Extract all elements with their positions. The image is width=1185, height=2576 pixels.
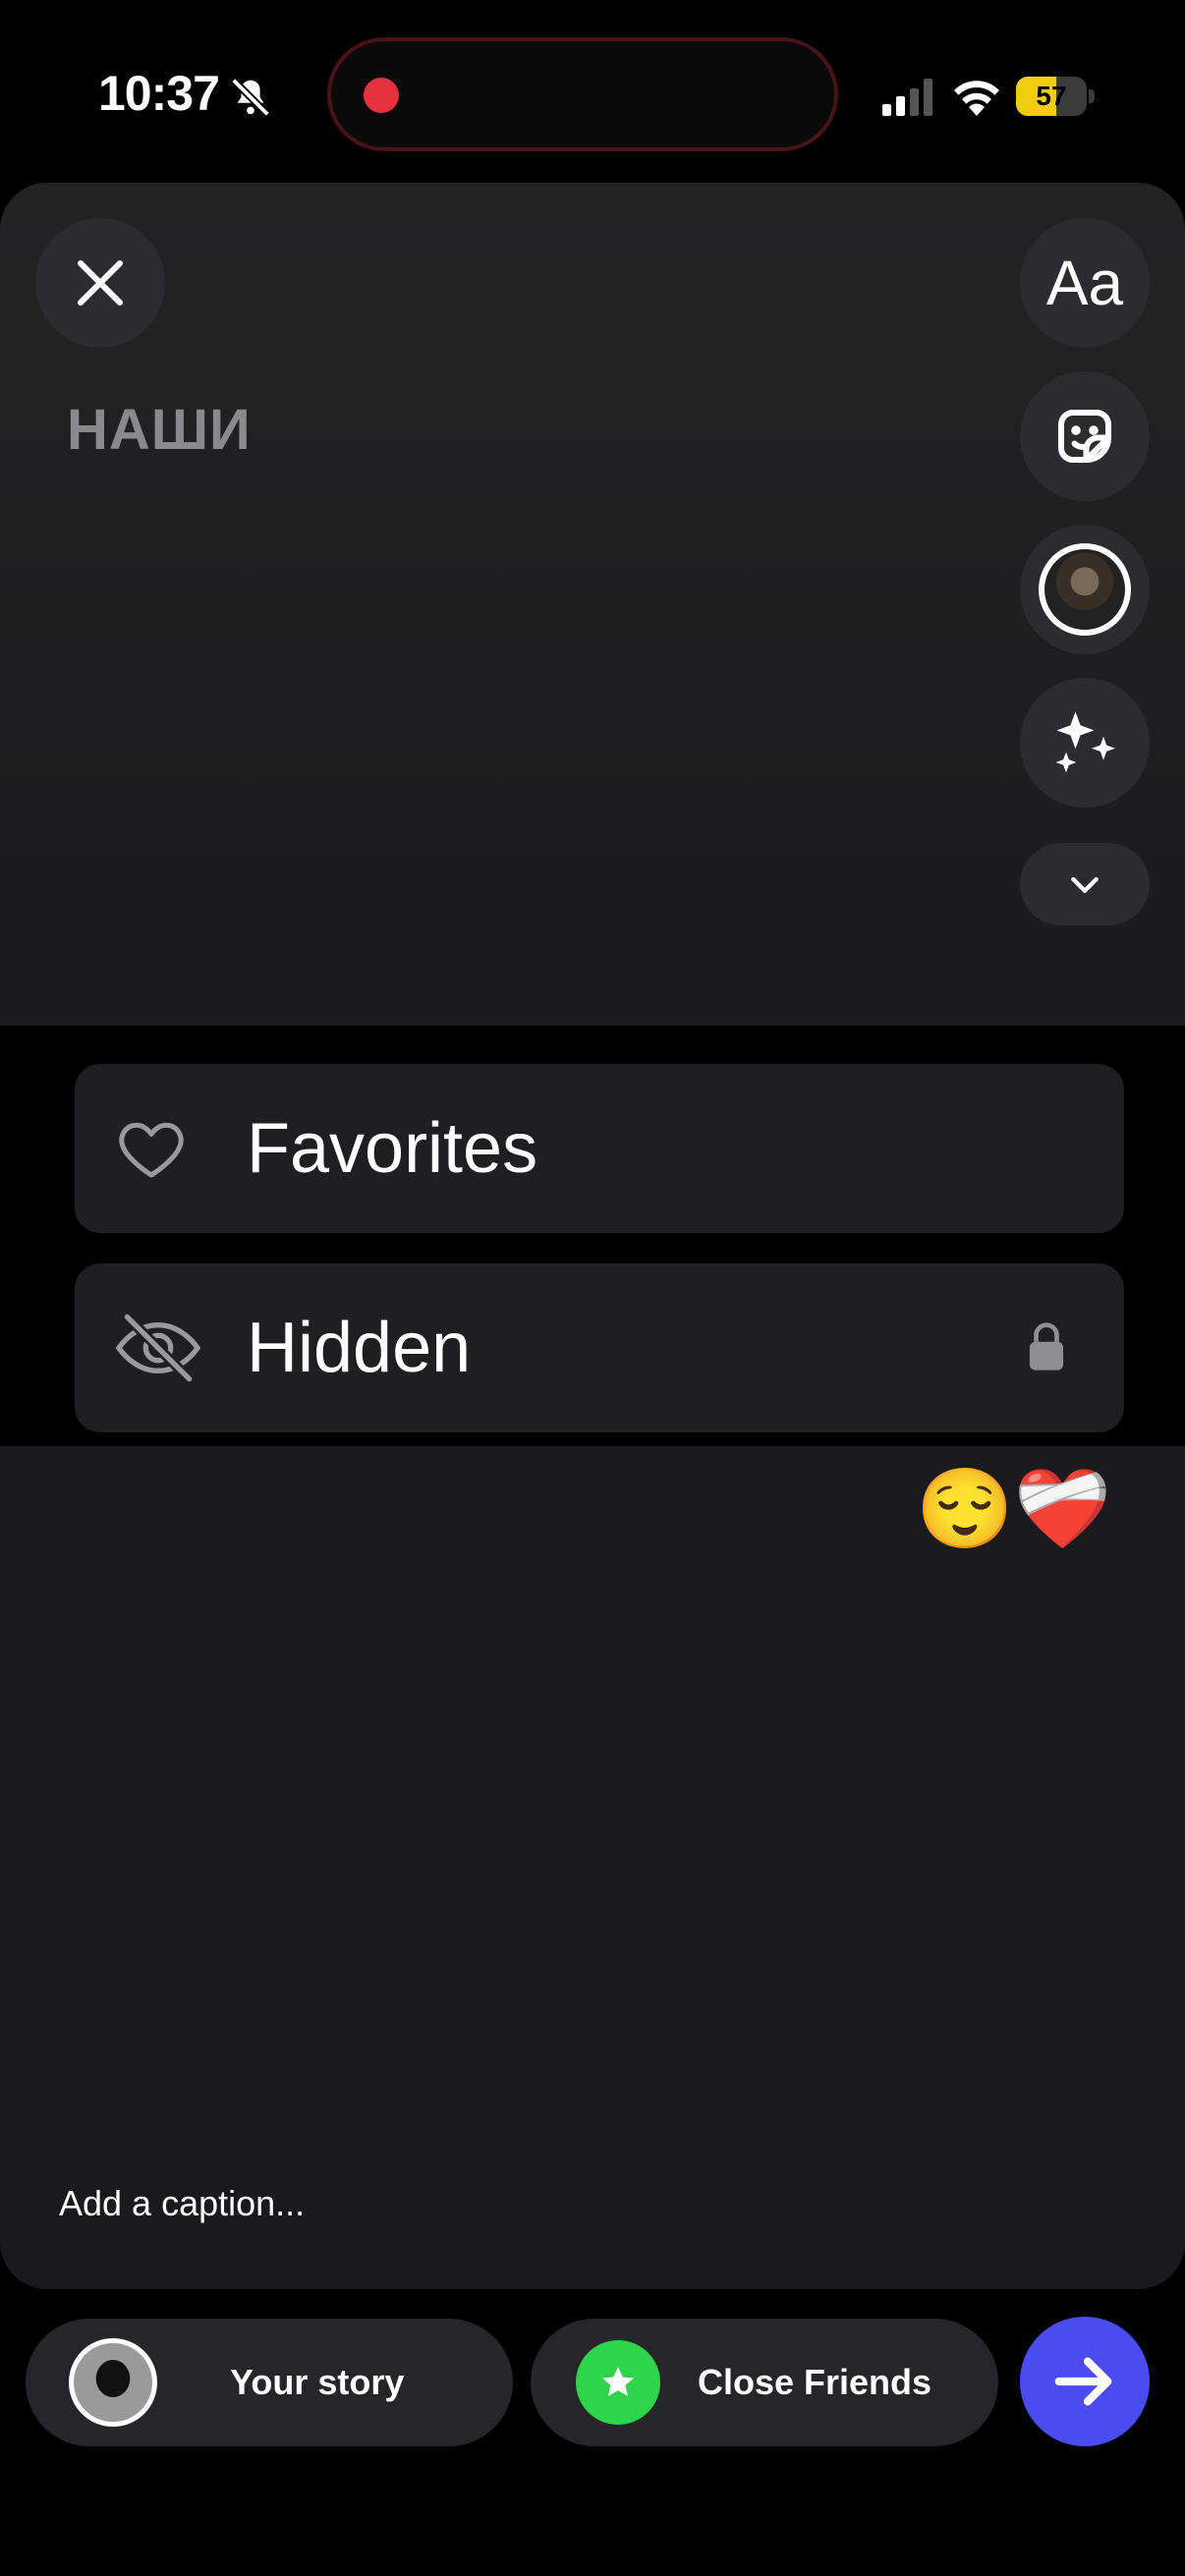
text-tool-label: Aa	[1045, 248, 1124, 318]
battery-level-text: 57	[1036, 81, 1067, 111]
sticker-icon	[1058, 410, 1111, 463]
close-friends-label: Close Friends	[698, 2362, 932, 2402]
dynamic-island	[327, 37, 838, 151]
silent-bell-icon	[231, 78, 270, 117]
story-text-overlay[interactable]: НАШИ	[67, 397, 252, 463]
wifi-icon	[954, 81, 999, 116]
battery-indicator: 57	[1016, 77, 1095, 116]
your-story-label: Your story	[230, 2362, 405, 2402]
arrow-right-icon	[1054, 2357, 1112, 2406]
status-time: 10:37	[98, 66, 220, 121]
emoji-sticker[interactable]: 😌❤️‍🩹	[916, 1470, 1111, 1548]
album-item-label: Favorites	[247, 1109, 538, 1188]
close-button[interactable]	[35, 218, 165, 348]
your-story-button[interactable]: Your story	[26, 2319, 513, 2446]
close-icon	[78, 260, 123, 306]
album-item-hidden[interactable]: Hidden	[75, 1263, 1124, 1432]
avatar	[1039, 543, 1131, 636]
sticker-button[interactable]	[1020, 371, 1150, 501]
album-item-favorites[interactable]: Favorites	[75, 1064, 1124, 1233]
sparkles-icon	[1055, 711, 1116, 773]
chevron-down-icon	[1071, 876, 1099, 893]
heart-icon	[119, 1122, 184, 1178]
album-item-label: Hidden	[247, 1309, 472, 1387]
mention-avatar-button[interactable]	[1020, 525, 1150, 654]
text-tool-button[interactable]: Aa	[1020, 218, 1150, 348]
recording-indicator	[364, 78, 399, 113]
star-icon	[602, 2367, 634, 2396]
close-friends-badge	[576, 2340, 660, 2425]
cellular-signal-icon	[882, 79, 932, 116]
caption-input[interactable]: Add a caption...	[59, 2183, 305, 2224]
avatar	[69, 2338, 157, 2427]
lock-icon	[1029, 1322, 1064, 1371]
send-button[interactable]	[1020, 2317, 1150, 2446]
close-friends-button[interactable]: Close Friends	[531, 2319, 998, 2446]
eye-slash-icon	[115, 1313, 201, 1383]
more-tools-button[interactable]	[1020, 843, 1150, 925]
effects-button[interactable]	[1020, 678, 1150, 808]
